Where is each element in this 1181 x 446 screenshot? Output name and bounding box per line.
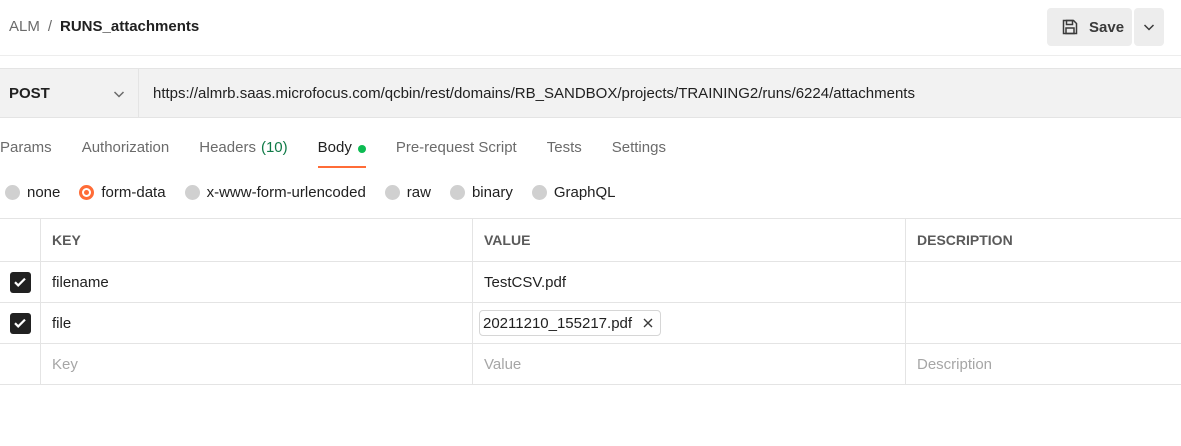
- tab-tests-label: Tests: [546, 139, 582, 156]
- breadcrumb-collection[interactable]: ALM: [9, 18, 40, 35]
- row-enabled-checkbox[interactable]: [9, 312, 31, 334]
- header-check-cell: [0, 219, 41, 261]
- body-type-none-label: none: [27, 184, 61, 201]
- key-input[interactable]: filename: [41, 262, 473, 302]
- request-header: ALM / RUNS_attachments Save: [0, 0, 1181, 56]
- radio-none[interactable]: [5, 185, 20, 200]
- request-tabs: Params Authorization Headers (10) Body P…: [0, 138, 696, 168]
- tab-settings-label: Settings: [611, 139, 666, 156]
- column-header-description: DESCRIPTION: [917, 232, 1013, 248]
- new-value-input[interactable]: Value: [473, 344, 906, 384]
- row-enabled-checkbox[interactable]: [9, 271, 31, 293]
- row-check-cell: [0, 344, 41, 384]
- tab-prerequest-script[interactable]: Pre-request Script: [396, 138, 517, 168]
- new-key-input[interactable]: Key: [41, 344, 473, 384]
- description-input[interactable]: [906, 303, 1181, 343]
- column-header-key: KEY: [41, 219, 473, 261]
- url-input[interactable]: https://almrb.saas.microfocus.com/qcbin/…: [153, 69, 915, 117]
- chevron-down-icon: [1143, 24, 1155, 31]
- radio-binary[interactable]: [449, 185, 465, 200]
- save-label: Save: [1089, 18, 1125, 36]
- body-type-raw[interactable]: raw: [384, 184, 431, 201]
- value-file-cell: 20211210_155217.pdf: [473, 303, 906, 343]
- tab-settings[interactable]: Settings: [612, 138, 666, 168]
- remove-file-button[interactable]: [642, 317, 654, 329]
- body-type-urlencoded-label: x-www-form-urlencoded: [206, 184, 366, 201]
- form-data-table: KEY VALUE DESCRIPTION filename TestCSV.p…: [0, 218, 1181, 385]
- save-icon: [1062, 19, 1078, 35]
- row-check-cell: [0, 262, 41, 302]
- close-icon: [643, 318, 653, 328]
- body-type-graphql[interactable]: GraphQL: [531, 184, 616, 201]
- check-icon: [14, 318, 26, 328]
- tab-headers[interactable]: Headers (10): [199, 138, 287, 168]
- body-indicator-dot: [357, 145, 366, 153]
- file-name: 20211210_155217.pdf: [483, 314, 633, 332]
- body-type-selector: none form-data x-www-form-urlencoded raw…: [5, 184, 635, 201]
- body-type-binary-label: binary: [471, 184, 513, 201]
- body-type-graphql-label: GraphQL: [553, 184, 616, 201]
- table-row: file 20211210_155217.pdf: [0, 303, 1181, 344]
- value-input[interactable]: TestCSV.pdf: [473, 262, 906, 302]
- radio-urlencoded[interactable]: [184, 185, 200, 200]
- tab-params[interactable]: Params: [0, 138, 52, 168]
- key-input[interactable]: file: [41, 303, 473, 343]
- body-type-none[interactable]: none: [5, 184, 60, 201]
- file-chip[interactable]: 20211210_155217.pdf: [479, 310, 662, 336]
- tab-prerequest-label: Pre-request Script: [395, 139, 517, 156]
- table-header-row: KEY VALUE DESCRIPTION: [0, 219, 1181, 262]
- tab-params-label: Params: [0, 139, 52, 156]
- row-check-cell: [0, 303, 41, 343]
- description-input[interactable]: [906, 262, 1181, 302]
- breadcrumb-separator: /: [47, 18, 53, 35]
- radio-raw[interactable]: [384, 185, 400, 200]
- table-row: filename TestCSV.pdf: [0, 262, 1181, 303]
- save-options-button[interactable]: [1134, 8, 1164, 46]
- body-type-binary[interactable]: binary: [449, 184, 513, 201]
- body-type-urlencoded[interactable]: x-www-form-urlencoded: [184, 184, 366, 201]
- breadcrumb: ALM / RUNS_attachments: [9, 18, 199, 35]
- method-label: POST: [9, 84, 50, 102]
- radio-form-data[interactable]: [79, 185, 95, 200]
- tab-body-label: Body: [317, 139, 352, 156]
- body-type-form-data[interactable]: form-data: [79, 184, 166, 201]
- body-type-raw-label: raw: [406, 184, 431, 201]
- check-icon: [14, 277, 26, 287]
- save-button[interactable]: Save: [1047, 8, 1132, 46]
- column-header-value: VALUE: [473, 219, 906, 261]
- url-bar: POST https://almrb.saas.microfocus.com/q…: [0, 68, 1181, 118]
- tab-authorization[interactable]: Authorization: [82, 138, 170, 168]
- radio-graphql[interactable]: [531, 185, 547, 200]
- body-type-form-data-label: form-data: [101, 184, 166, 201]
- method-select[interactable]: POST: [0, 69, 139, 117]
- tab-headers-label: Headers: [199, 139, 256, 156]
- tab-authorization-label: Authorization: [81, 139, 170, 156]
- new-description-input[interactable]: Description: [906, 344, 1181, 384]
- chevron-down-icon: [113, 91, 125, 98]
- table-row-new: Key Value Description: [0, 344, 1181, 385]
- tab-tests[interactable]: Tests: [547, 138, 582, 168]
- request-name[interactable]: RUNS_attachments: [60, 18, 199, 35]
- tab-body[interactable]: Body: [317, 138, 367, 168]
- headers-count: (10): [260, 139, 288, 156]
